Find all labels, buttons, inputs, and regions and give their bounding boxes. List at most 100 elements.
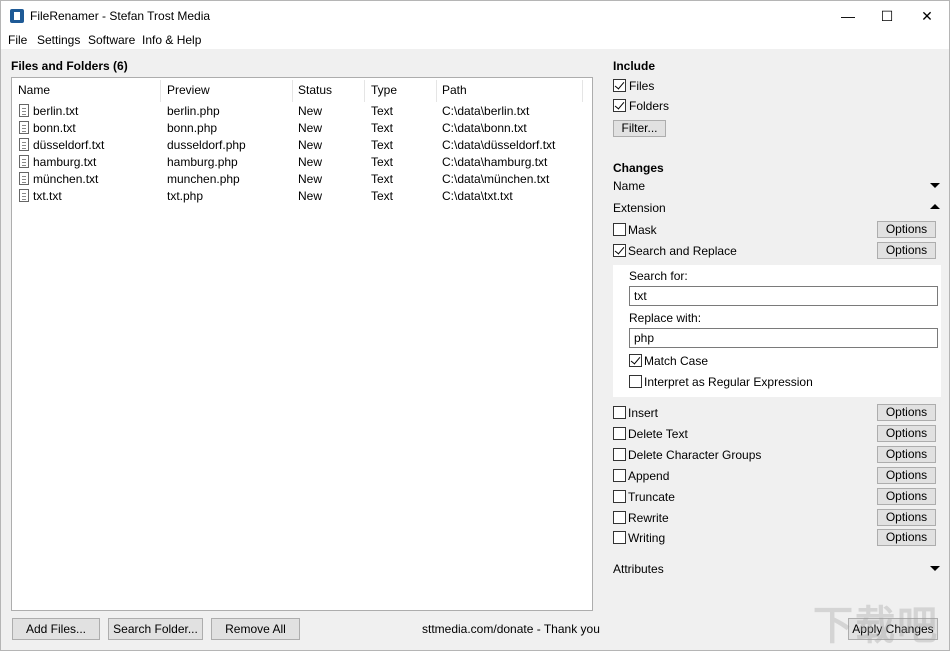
cell-name: berlin.txt: [33, 104, 79, 118]
regex-label: Interpret as Regular Expression: [644, 375, 813, 389]
regex-checkbox[interactable]: [629, 375, 642, 388]
cell-path: C:\data\düsseldorf.txt: [442, 138, 556, 152]
folders-checkbox-label: Folders: [629, 99, 670, 113]
app-window: FileRenamer - Stefan Trost Media — ☐ ✕ F…: [0, 0, 950, 651]
table-row[interactable]: bonn.txt bonn.php New Text C:\data\bonn.…: [12, 120, 592, 137]
insert-options-button[interactable]: Options: [877, 404, 936, 421]
truncate-checkbox[interactable]: [613, 490, 626, 503]
delete-char-groups-checkbox[interactable]: [613, 448, 626, 461]
expand-down-icon[interactable]: [930, 566, 940, 571]
title-bar: FileRenamer - Stefan Trost Media — ☐ ✕: [1, 1, 949, 31]
table-row[interactable]: berlin.txt berlin.php New Text C:\data\b…: [12, 103, 592, 120]
table-row[interactable]: hamburg.txt hamburg.php New Text C:\data…: [12, 154, 592, 171]
column-separator[interactable]: [582, 80, 583, 102]
replace-with-input[interactable]: [629, 328, 938, 348]
donate-text[interactable]: sttmedia.com/donate - Thank you: [422, 622, 600, 636]
menu-bar: File Settings Software Info & Help: [1, 31, 949, 49]
name-section-label[interactable]: Name: [613, 179, 645, 193]
cell-type: Text: [371, 155, 394, 169]
delete-text-checkbox[interactable]: [613, 427, 626, 440]
cell-type: Text: [371, 121, 394, 135]
column-separator[interactable]: [364, 80, 365, 102]
cell-status: New: [298, 155, 323, 169]
search-replace-panel: Search for: Replace with: Match Case Int…: [613, 265, 941, 397]
cell-preview: munchen.php: [167, 172, 240, 186]
cell-name: bonn.txt: [33, 121, 76, 135]
app-icon: [10, 9, 24, 23]
menu-settings[interactable]: Settings: [37, 33, 80, 47]
remove-all-button[interactable]: Remove All: [211, 618, 300, 640]
delete-text-options-button[interactable]: Options: [877, 425, 936, 442]
file-icon: [19, 155, 29, 168]
column-separator[interactable]: [292, 80, 293, 102]
writing-options-button[interactable]: Options: [877, 529, 936, 546]
cell-path: C:\data\münchen.txt: [442, 172, 550, 186]
writing-checkbox[interactable]: [613, 531, 626, 544]
extension-section-label[interactable]: Extension: [613, 201, 666, 215]
column-header-status[interactable]: Status: [298, 83, 332, 97]
file-icon: [19, 104, 29, 117]
cell-status: New: [298, 104, 323, 118]
cell-name: düsseldorf.txt: [33, 138, 105, 152]
filter-button[interactable]: Filter...: [613, 120, 666, 137]
menu-software[interactable]: Software: [88, 33, 135, 47]
files-checkbox[interactable]: [613, 79, 626, 92]
append-checkbox[interactable]: [613, 469, 626, 482]
folders-checkbox[interactable]: [613, 99, 626, 112]
file-icon: [19, 138, 29, 151]
file-icon: [19, 189, 29, 202]
menu-file[interactable]: File: [8, 33, 27, 47]
search-folder-button[interactable]: Search Folder...: [108, 618, 203, 640]
cell-name: hamburg.txt: [33, 155, 97, 169]
mask-label: Mask: [628, 223, 657, 237]
cell-path: C:\data\txt.txt: [442, 189, 513, 203]
column-header-name[interactable]: Name: [18, 83, 50, 97]
cell-status: New: [298, 189, 323, 203]
table-row[interactable]: münchen.txt munchen.php New Text C:\data…: [12, 171, 592, 188]
cell-type: Text: [371, 104, 394, 118]
collapse-up-icon[interactable]: [930, 204, 940, 209]
cell-preview: txt.php: [167, 189, 204, 203]
truncate-label: Truncate: [628, 490, 675, 504]
column-header-type[interactable]: Type: [371, 83, 397, 97]
expand-down-icon[interactable]: [930, 183, 940, 188]
cell-path: C:\data\berlin.txt: [442, 104, 530, 118]
mask-checkbox[interactable]: [613, 223, 626, 236]
search-for-input[interactable]: [629, 286, 938, 306]
cell-preview: hamburg.php: [167, 155, 238, 169]
truncate-options-button[interactable]: Options: [877, 488, 936, 505]
file-list[interactable]: Name Preview Status Type Path berlin.txt…: [11, 77, 593, 611]
cell-name: münchen.txt: [33, 172, 99, 186]
table-row[interactable]: düsseldorf.txt dusseldorf.php New Text C…: [12, 137, 592, 154]
cell-path: C:\data\hamburg.txt: [442, 155, 548, 169]
cell-preview: dusseldorf.php: [167, 138, 246, 152]
rewrite-checkbox[interactable]: [613, 511, 626, 524]
cell-status: New: [298, 172, 323, 186]
match-case-checkbox[interactable]: [629, 354, 642, 367]
attributes-section-label[interactable]: Attributes: [613, 562, 664, 576]
cell-type: Text: [371, 189, 394, 203]
column-header-path[interactable]: Path: [442, 83, 467, 97]
rewrite-options-button[interactable]: Options: [877, 509, 936, 526]
append-label: Append: [628, 469, 670, 483]
delete-text-label: Delete Text: [628, 427, 688, 441]
insert-checkbox[interactable]: [613, 406, 626, 419]
menu-info-help[interactable]: Info & Help: [142, 33, 201, 47]
file-icon: [19, 172, 29, 185]
search-replace-checkbox[interactable]: [613, 244, 626, 257]
match-case-label: Match Case: [644, 354, 709, 368]
close-button[interactable]: ✕: [904, 1, 950, 31]
column-header-preview[interactable]: Preview: [167, 83, 210, 97]
append-options-button[interactable]: Options: [877, 467, 936, 484]
table-row[interactable]: txt.txt txt.php New Text C:\data\txt.txt: [12, 188, 592, 205]
column-separator[interactable]: [160, 80, 161, 102]
mask-options-button[interactable]: Options: [877, 221, 936, 238]
insert-label: Insert: [628, 406, 659, 420]
cell-type: Text: [371, 172, 394, 186]
search-replace-options-button[interactable]: Options: [877, 242, 936, 259]
column-separator[interactable]: [436, 80, 437, 102]
cell-path: C:\data\bonn.txt: [442, 121, 527, 135]
add-files-button[interactable]: Add Files...: [12, 618, 100, 640]
delete-char-groups-options-button[interactable]: Options: [877, 446, 936, 463]
search-for-label: Search for:: [629, 269, 688, 283]
